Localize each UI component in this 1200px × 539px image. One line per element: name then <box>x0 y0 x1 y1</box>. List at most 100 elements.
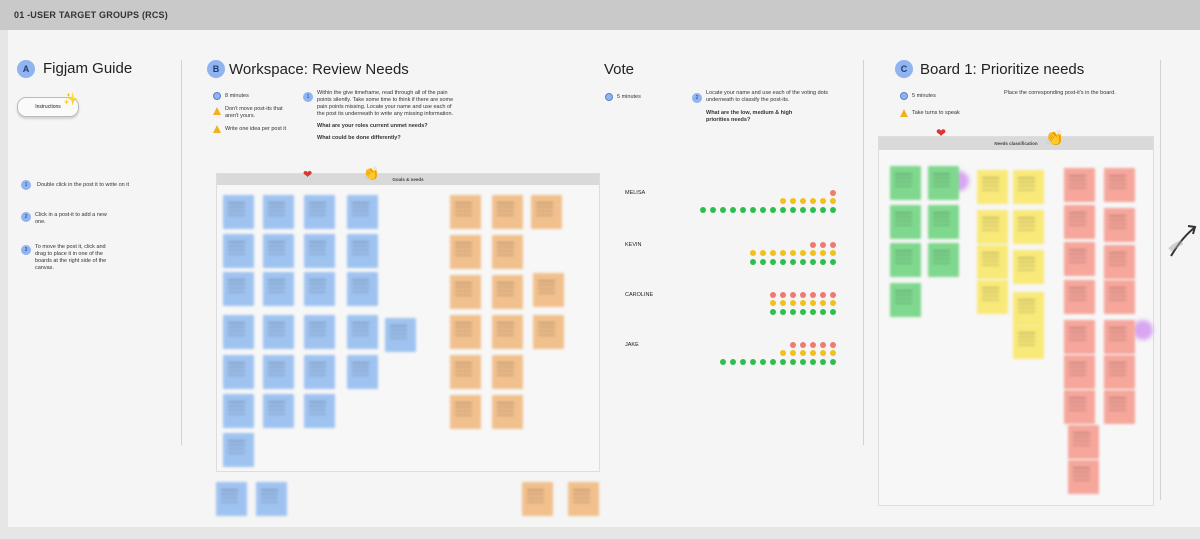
green-vote-dot[interactable] <box>800 259 806 265</box>
yellow-vote-dot[interactable] <box>800 300 806 306</box>
yellow-vote-dot[interactable] <box>830 250 836 256</box>
post-it-note[interactable] <box>450 315 481 349</box>
yellow-vote-dot[interactable] <box>780 350 786 356</box>
red-vote-dot[interactable] <box>780 292 786 298</box>
yellow-vote-dot[interactable] <box>760 250 766 256</box>
green-vote-dot[interactable] <box>820 207 826 213</box>
green-vote-dot[interactable] <box>720 207 726 213</box>
post-it-note[interactable] <box>928 243 959 277</box>
green-vote-dot[interactable] <box>710 207 716 213</box>
post-it-note[interactable] <box>1104 280 1135 314</box>
yellow-vote-dot[interactable] <box>830 198 836 204</box>
green-vote-dot[interactable] <box>750 359 756 365</box>
green-vote-dot[interactable] <box>830 359 836 365</box>
yellow-vote-dot[interactable] <box>780 300 786 306</box>
green-vote-dot[interactable] <box>820 309 826 315</box>
post-it-note[interactable] <box>533 273 564 307</box>
post-it-note[interactable] <box>1068 460 1099 494</box>
green-vote-dot[interactable] <box>730 207 736 213</box>
red-vote-dot[interactable] <box>830 292 836 298</box>
red-vote-dot[interactable] <box>830 242 836 248</box>
green-vote-dot[interactable] <box>740 359 746 365</box>
green-vote-dot[interactable] <box>780 207 786 213</box>
post-it-note[interactable] <box>1104 355 1135 389</box>
yellow-vote-dot[interactable] <box>790 250 796 256</box>
post-it-note[interactable] <box>1064 320 1095 354</box>
post-it-note[interactable] <box>492 355 523 389</box>
red-vote-dot[interactable] <box>830 342 836 348</box>
post-it-note[interactable] <box>450 275 481 309</box>
post-it-note[interactable] <box>385 318 416 352</box>
yellow-vote-dot[interactable] <box>770 300 776 306</box>
red-vote-dot[interactable] <box>790 292 796 298</box>
post-it-note[interactable] <box>977 245 1008 279</box>
red-vote-dot[interactable] <box>820 292 826 298</box>
post-it-note[interactable] <box>1013 210 1044 244</box>
green-vote-dot[interactable] <box>770 207 776 213</box>
green-vote-dot[interactable] <box>770 359 776 365</box>
green-vote-dot[interactable] <box>830 309 836 315</box>
post-it-note[interactable] <box>1013 170 1044 204</box>
green-vote-dot[interactable] <box>810 207 816 213</box>
post-it-note[interactable] <box>1013 292 1044 326</box>
post-it-note[interactable] <box>347 355 378 389</box>
post-it-note[interactable] <box>1064 168 1095 202</box>
post-it-note[interactable] <box>977 170 1008 204</box>
post-it-note[interactable] <box>450 355 481 389</box>
post-it-note[interactable] <box>223 272 254 306</box>
post-it-note[interactable] <box>492 195 523 229</box>
yellow-vote-dot[interactable] <box>830 300 836 306</box>
post-it-note[interactable] <box>1013 250 1044 284</box>
green-vote-dot[interactable] <box>790 259 796 265</box>
yellow-vote-dot[interactable] <box>780 198 786 204</box>
green-vote-dot[interactable] <box>810 359 816 365</box>
yellow-vote-dot[interactable] <box>810 198 816 204</box>
post-it-note[interactable] <box>223 195 254 229</box>
yellow-vote-dot[interactable] <box>800 198 806 204</box>
green-vote-dot[interactable] <box>780 309 786 315</box>
green-vote-dot[interactable] <box>820 259 826 265</box>
post-it-note[interactable] <box>347 315 378 349</box>
post-it-note[interactable] <box>223 394 254 428</box>
yellow-vote-dot[interactable] <box>790 350 796 356</box>
post-it-note[interactable] <box>304 355 335 389</box>
yellow-vote-dot[interactable] <box>820 350 826 356</box>
post-it-note[interactable] <box>347 195 378 229</box>
post-it-note[interactable] <box>263 195 294 229</box>
post-it-note[interactable] <box>1013 325 1044 359</box>
post-it-note[interactable] <box>304 272 335 306</box>
post-it-note[interactable] <box>304 315 335 349</box>
yellow-vote-dot[interactable] <box>800 250 806 256</box>
post-it-note[interactable] <box>263 272 294 306</box>
post-it-note[interactable] <box>263 234 294 268</box>
post-it-note[interactable] <box>1064 280 1095 314</box>
green-vote-dot[interactable] <box>790 207 796 213</box>
post-it-note[interactable] <box>890 166 921 200</box>
green-vote-dot[interactable] <box>780 359 786 365</box>
green-vote-dot[interactable] <box>800 207 806 213</box>
red-vote-dot[interactable] <box>770 292 776 298</box>
post-it-note[interactable] <box>928 166 959 200</box>
post-it-note[interactable] <box>1068 425 1099 459</box>
post-it-note[interactable] <box>347 234 378 268</box>
post-it-note[interactable] <box>223 234 254 268</box>
red-vote-dot[interactable] <box>810 242 816 248</box>
yellow-vote-dot[interactable] <box>810 300 816 306</box>
red-vote-dot[interactable] <box>800 292 806 298</box>
post-it-note[interactable] <box>977 280 1008 314</box>
green-vote-dot[interactable] <box>770 309 776 315</box>
post-it-note[interactable] <box>890 243 921 277</box>
green-vote-dot[interactable] <box>740 207 746 213</box>
post-it-note[interactable] <box>304 234 335 268</box>
post-it-note[interactable] <box>223 315 254 349</box>
red-vote-dot[interactable] <box>830 190 836 196</box>
post-it-note[interactable] <box>223 355 254 389</box>
post-it-note[interactable] <box>450 195 481 229</box>
green-vote-dot[interactable] <box>790 309 796 315</box>
post-it-note[interactable] <box>1064 205 1095 239</box>
green-vote-dot[interactable] <box>790 359 796 365</box>
green-vote-dot[interactable] <box>700 207 706 213</box>
post-it-note[interactable] <box>216 482 247 516</box>
yellow-vote-dot[interactable] <box>820 300 826 306</box>
green-vote-dot[interactable] <box>810 309 816 315</box>
